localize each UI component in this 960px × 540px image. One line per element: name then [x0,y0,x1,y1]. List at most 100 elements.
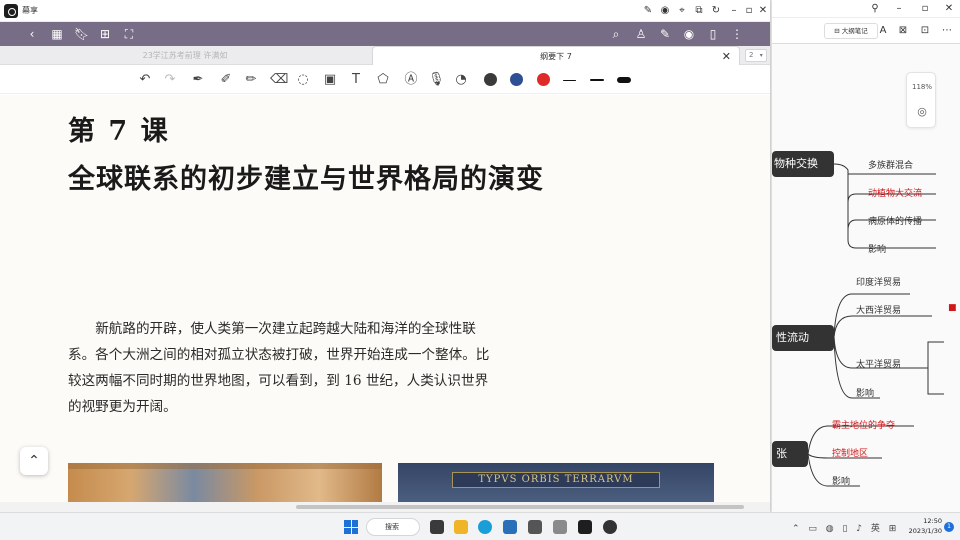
mindmap-child-indian-ocean[interactable]: 印度洋贸易 [856,275,901,288]
search-icon[interactable]: ⌕ [609,27,623,41]
mindmap-child-ethnic-mix[interactable]: 多族群混合 [868,158,913,171]
pin-icon[interactable]: ⚲ [868,2,882,16]
back-icon[interactable]: ‹ [25,27,39,41]
file-explorer-icon[interactable] [454,520,468,534]
select-icon[interactable]: ⛶ [122,27,136,41]
clean-icon[interactable]: ⊠ [896,24,910,38]
mindmap-child-controlled-areas[interactable]: 控制地区 [832,446,868,459]
outline-icon: ⊟ [834,27,842,35]
notification-badge[interactable]: 1 [944,522,954,532]
ocr-icon[interactable]: Ⓐ [403,72,419,88]
tab-document-1[interactable]: 23学江苏考前理 许满如 [0,46,370,65]
text-icon[interactable]: T [348,72,364,88]
grid-icon[interactable]: ▦ [50,27,64,41]
close-tab-icon[interactable]: ✕ [722,47,731,66]
pen-color-red[interactable] [537,73,550,86]
mindmap-child-pathogens[interactable]: 病原体的传播 [868,214,922,227]
mindmap-child-impact[interactable]: 影响 [856,386,874,399]
minimize-button[interactable]: – [727,4,741,18]
bookmark-icon[interactable]: 🔖︎ [74,27,89,41]
tab-count-value: 2 [749,51,754,59]
lesson-title: 全球联系的初步建立与世界格局的演变 [68,164,544,195]
app-icon[interactable] [603,520,617,534]
add-page-icon[interactable]: ⊞ [98,27,112,41]
refresh-icon[interactable]: ↻ [709,4,723,18]
timer-icon[interactable]: ◔ [453,72,469,88]
shape-icon[interactable]: ⬠ [375,72,391,88]
sidebar-icon[interactable]: ▯ [706,27,720,41]
shirt-icon[interactable]: ♙ [634,27,648,41]
mindmap-child-impact[interactable]: 影响 [832,474,850,487]
maximize-button[interactable]: ▫ [742,4,756,18]
mindmap-clipped-node[interactable]: ■ [948,303,957,313]
minimize-button[interactable]: – [892,2,906,16]
marker-icon[interactable]: ✐ [218,72,234,88]
input-language[interactable]: 英 [871,524,883,534]
close-button[interactable]: ✕ [756,4,770,18]
edge-browser-icon[interactable] [478,520,492,534]
mindmap-child-pacific[interactable]: 太平洋贸易 [856,357,901,370]
close-button[interactable]: ✕ [942,2,956,16]
lasso-icon[interactable]: ◌ [295,72,311,88]
mindmap-child-impact[interactable]: 影响 [868,242,886,255]
scrollbar-thumb[interactable] [296,505,744,509]
mindmap-node-species-exchange[interactable]: 物种交换 [772,151,834,177]
outline-notes-button[interactable]: ⊟ 大纲笔记 [824,23,878,39]
tab-bar: 23学江苏考前理 许满如 纲要下 7 ✕ 2 ▾ [0,46,770,65]
eye-icon[interactable]: ◉ [682,27,696,41]
tab-document-2[interactable]: 纲要下 7 ✕ [372,46,740,65]
app-logo-icon [4,4,18,18]
clock-date: 2023/1/30 [908,527,942,535]
system-tray[interactable]: ⌃ ▭ ◍ ▯ ♪ 英 ⊞ [792,521,899,534]
text-style-icon[interactable]: A [876,24,890,38]
map-cartouche-title: TYPVS ORBIS TERRARVM [452,472,660,488]
store-icon[interactable] [503,520,517,534]
redo-icon[interactable]: ↷ [162,72,178,88]
app-icon[interactable] [553,520,567,534]
taskbar: ⌕ 搜索 ⌃ ▭ ◍ ▯ ♪ 英 ⊞ 12:50 2023/1/30 1 [0,512,960,540]
share-icon[interactable]: ⊡ [918,24,932,38]
lesson-number: 第 7 课 [68,116,170,147]
image-icon[interactable]: ▣ [322,72,338,88]
pen-color-black[interactable] [484,73,497,86]
mindmap-child-atlantic[interactable]: 大西洋贸易 [856,303,901,316]
mindmap-title-bar: ⚲ – ▫ ✕ [772,0,960,18]
mindmap-child-hegemony[interactable]: 霸主地位的争夺 [832,418,895,431]
crop-icon[interactable]: ⧉ [692,4,706,18]
line-width-thin[interactable] [563,80,576,81]
more-icon[interactable]: ⋮ [730,27,744,41]
windows-start-icon[interactable] [344,520,358,534]
title-bar: 幕享 ✎ ◉ ⌖ ⧉ ↻ – ▫ ✕ [0,0,770,22]
tab-count-dropdown[interactable]: 2 ▾ [745,49,767,62]
mindmap-node-flow[interactable]: 性流动 [772,325,834,351]
pen-icon[interactable]: ✒ [190,72,206,88]
undo-icon[interactable]: ↶ [137,72,153,88]
mindmap-canvas[interactable]: 物种交换 多族群混合 动植物大交流 病原体的传播 影响 性流动 印度洋贸易 大西… [772,44,960,512]
horizontal-scrollbar[interactable] [0,502,770,512]
edit-icon[interactable]: ✎ [658,27,672,41]
mindmap-child-flora-fauna[interactable]: 动植物大交流 [868,186,922,199]
task-view-icon[interactable] [430,520,444,534]
line-width-thick[interactable] [617,77,631,83]
app-icon[interactable] [528,520,542,534]
line-width-medium[interactable] [590,79,604,81]
chevron-down-icon: ▾ [759,52,763,59]
taskbar-search[interactable]: 搜索 [366,518,420,536]
app-name: 幕享 [22,6,38,15]
mic-icon[interactable]: 🎙︎ [428,72,445,88]
pen-pointer-icon[interactable]: ✎ [641,4,655,18]
highlighter-icon[interactable]: ✏ [243,72,259,88]
mindmap-node-expansion[interactable]: 张 [772,441,808,467]
pen-color-blue[interactable] [510,73,523,86]
scroll-to-top-button[interactable]: ⌃ [20,447,48,475]
pin-icon[interactable]: ⌖ [675,4,689,18]
record-icon[interactable]: ◉ [658,4,672,18]
maximize-button[interactable]: ▫ [918,2,932,16]
muxiang-app-icon[interactable] [578,520,592,534]
eraser-icon[interactable]: ⌫ [270,72,288,88]
system-clock[interactable]: 12:50 2023/1/30 [902,516,942,536]
more-icon[interactable]: ⋯ [940,24,954,38]
typus-orbis-map-image: TYPVS ORBIS TERRARVM [398,463,714,502]
mindmap-window: ⚲ – ▫ ✕ ⊟ 大纲笔记 A ⊠ ⊡ ⋯ 118% ◎ 物种交换 多族群混合… [772,0,960,512]
node-label: 物种交换 [774,157,818,170]
